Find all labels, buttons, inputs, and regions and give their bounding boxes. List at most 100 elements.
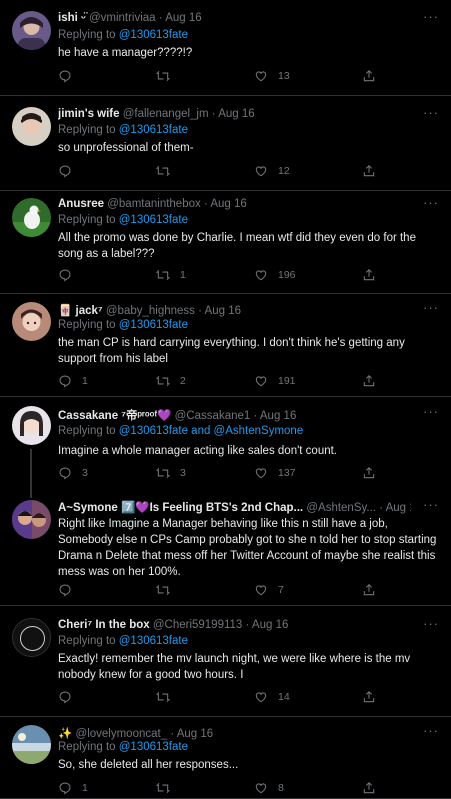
tweet-actions: 14 xyxy=(58,690,388,706)
user-handle[interactable]: @baby_highness xyxy=(106,305,195,317)
tweet-date[interactable]: Aug 16 xyxy=(386,502,411,514)
reply-button[interactable] xyxy=(58,690,82,704)
display-name[interactable]: Cheri⁷ In the box xyxy=(58,619,150,631)
replying-handle-link[interactable]: @130613fate xyxy=(119,741,188,753)
share-button[interactable] xyxy=(362,690,376,704)
retweet-icon xyxy=(156,466,170,480)
replying-label: Replying to xyxy=(58,741,116,753)
avatar[interactable] xyxy=(12,302,51,341)
tweet-date[interactable]: Aug 16 xyxy=(218,108,254,120)
share-button[interactable] xyxy=(362,374,376,388)
share-button[interactable] xyxy=(362,781,376,795)
avatar[interactable] xyxy=(12,11,51,50)
avatar[interactable] xyxy=(12,725,51,764)
avatar[interactable] xyxy=(12,107,51,146)
display-name[interactable]: A~Symone 7️⃣💜Is Feeling BTS's 2nd Chap..… xyxy=(58,502,303,514)
reply-button[interactable]: 1 xyxy=(58,374,88,388)
more-options-icon[interactable]: ··· xyxy=(423,195,439,210)
reply-button[interactable] xyxy=(58,69,82,83)
tweet-header: Anusree @bamtaninthebox · Aug 16 xyxy=(58,198,411,210)
retweet-button[interactable] xyxy=(156,690,180,704)
reply-button[interactable] xyxy=(58,583,82,597)
tweet-item[interactable]: Cassakane ⁷帝ᵖʳᵒᵒᶠ💜 @Cassakane1 · Aug 16 … xyxy=(0,397,451,490)
retweet-button[interactable] xyxy=(156,781,180,795)
tweet-date[interactable]: Aug 16 xyxy=(165,12,201,24)
like-button[interactable]: 191 xyxy=(254,374,296,388)
more-options-icon[interactable]: ··· xyxy=(423,105,439,120)
tweet-text: the man CP is hard carrying everything. … xyxy=(58,337,405,365)
tweet-date[interactable]: Aug 16 xyxy=(205,305,241,317)
display-name[interactable]: Cassakane ⁷帝ᵖʳᵒᵒᶠ💜 xyxy=(58,410,171,422)
user-handle[interactable]: @Cassakane1 xyxy=(175,410,251,422)
tweet-item[interactable]: Anusree @bamtaninthebox · Aug 16 ··· Rep… xyxy=(0,191,451,294)
display-name[interactable]: Anusree xyxy=(58,198,104,210)
like-button[interactable]: 14 xyxy=(254,690,290,704)
reply-button[interactable]: 1 xyxy=(58,781,88,795)
avatar[interactable] xyxy=(12,198,51,237)
like-count: 13 xyxy=(278,70,290,82)
user-handle[interactable]: @bamtaninthebox xyxy=(107,198,201,210)
retweet-icon xyxy=(156,583,170,597)
share-button[interactable] xyxy=(362,466,376,480)
more-options-icon[interactable]: ··· xyxy=(423,723,439,738)
more-options-icon[interactable]: ··· xyxy=(423,300,439,315)
like-icon xyxy=(254,69,268,83)
reply-button[interactable] xyxy=(58,164,82,178)
tweet-item[interactable]: 🀄 jack⁷ @baby_highness · Aug 16 ··· Repl… xyxy=(0,294,451,397)
more-options-icon[interactable]: ··· xyxy=(423,404,439,419)
more-options-icon[interactable]: ··· xyxy=(423,497,439,512)
tweet-actions: 12 xyxy=(58,164,388,180)
replying-handle-link[interactable]: @130613fate xyxy=(119,214,188,226)
like-button[interactable]: 12 xyxy=(254,164,290,178)
retweet-button[interactable] xyxy=(156,164,180,178)
like-button[interactable]: 137 xyxy=(254,466,296,480)
like-button[interactable]: 8 xyxy=(254,781,284,795)
tweet-item[interactable]: A~Symone 7️⃣💜Is Feeling BTS's 2nd Chap..… xyxy=(0,490,451,606)
retweet-button[interactable]: 2 xyxy=(156,374,186,388)
replying-handle-link[interactable]: @130613fate and @AshtenSymone xyxy=(119,425,303,437)
retweet-button[interactable] xyxy=(156,69,180,83)
display-name[interactable]: jack⁷ xyxy=(76,305,103,317)
display-name[interactable]: ishi ᵕ̈ xyxy=(58,12,86,24)
replying-handle-link[interactable]: @130613fate xyxy=(119,635,188,647)
avatar[interactable] xyxy=(12,406,51,445)
tweet-item[interactable]: Cheri⁷ In the box @Cheri59199113 · Aug 1… xyxy=(0,606,451,717)
retweet-button[interactable] xyxy=(156,583,180,597)
avatar[interactable] xyxy=(12,618,51,657)
like-button[interactable]: 13 xyxy=(254,69,290,83)
replying-handle-link[interactable]: @130613fate xyxy=(119,29,188,41)
tweet-item[interactable]: jimin's wife @fallenangel_jm · Aug 16 ··… xyxy=(0,96,451,191)
like-count: 14 xyxy=(278,691,290,703)
separator: · xyxy=(211,108,216,120)
reply-button[interactable]: 3 xyxy=(58,466,88,480)
like-button[interactable]: 7 xyxy=(254,583,284,597)
tweet-date[interactable]: Aug 16 xyxy=(210,198,246,210)
replying-handle-link[interactable]: @130613fate xyxy=(119,124,188,136)
tweet-item[interactable]: ✨ @lovelymooncat_ · Aug 16 ··· Replying … xyxy=(0,717,451,799)
user-handle[interactable]: @fallenangel_jm xyxy=(123,108,209,120)
reply-button[interactable] xyxy=(58,268,82,282)
tweet-item[interactable]: ishi ᵕ̈ @vmintriviaa · Aug 16 ··· Replyi… xyxy=(0,0,451,96)
share-button[interactable] xyxy=(362,164,376,178)
user-handle[interactable]: @vmintriviaa xyxy=(89,12,156,24)
tweet-date[interactable]: Aug 16 xyxy=(252,619,288,631)
like-button[interactable]: 196 xyxy=(254,268,296,282)
reply-icon xyxy=(58,466,72,480)
share-button[interactable] xyxy=(362,268,376,282)
user-handle[interactable]: @AshtenSy... xyxy=(306,502,376,514)
retweet-button[interactable]: 1 xyxy=(156,268,186,282)
tweet-actions: 1 196 xyxy=(58,268,388,284)
thread-line xyxy=(30,449,32,490)
replying-handle-link[interactable]: @130613fate xyxy=(119,319,188,331)
user-handle[interactable]: @Cheri59199113 xyxy=(153,619,242,631)
avatar[interactable] xyxy=(12,500,51,539)
display-name[interactable]: jimin's wife xyxy=(58,108,120,120)
share-button[interactable] xyxy=(362,583,376,597)
retweet-button[interactable]: 3 xyxy=(156,466,186,480)
user-handle[interactable]: @lovelymooncat_ xyxy=(76,728,168,740)
more-options-icon[interactable]: ··· xyxy=(423,616,439,631)
share-button[interactable] xyxy=(362,69,376,83)
tweet-date[interactable]: Aug 16 xyxy=(260,410,296,422)
more-options-icon[interactable]: ··· xyxy=(423,9,439,24)
tweet-date[interactable]: Aug 16 xyxy=(177,728,213,740)
